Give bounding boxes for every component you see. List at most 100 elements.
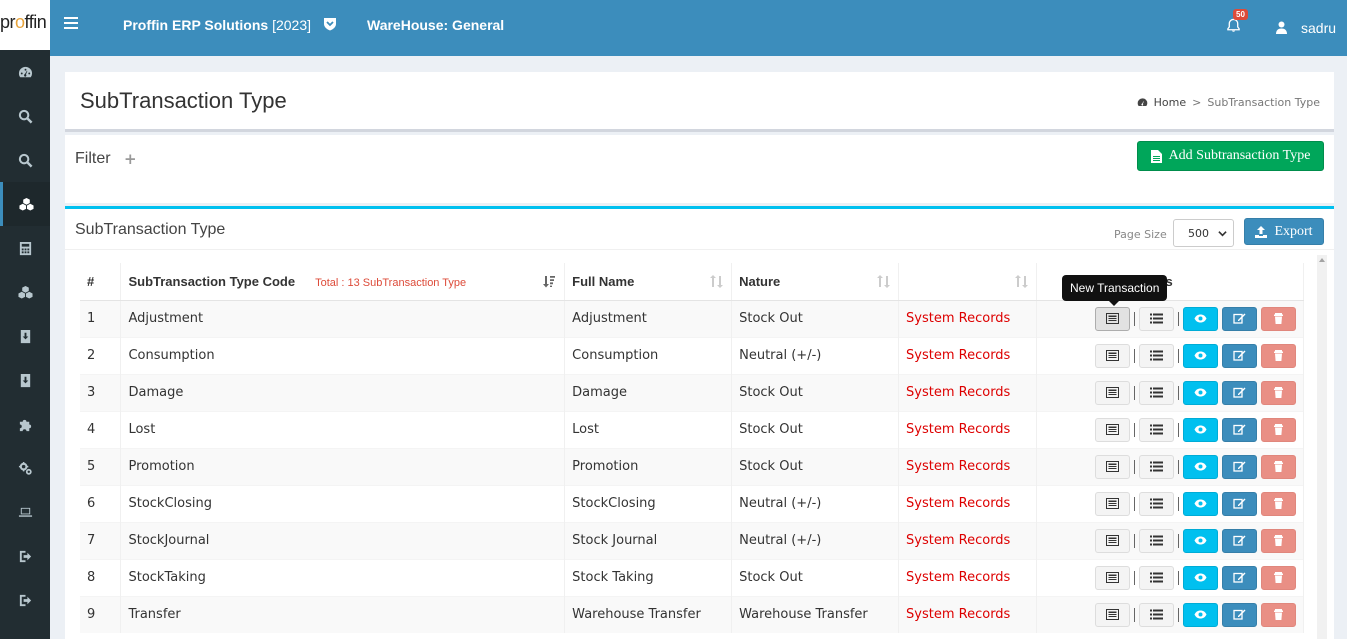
new-transaction-button[interactable] [1094,565,1130,590]
vertical-scrollbar[interactable] [1317,255,1327,639]
view-button[interactable] [1182,454,1218,479]
view-button[interactable] [1182,528,1218,553]
list-transactions-button[interactable] [1138,343,1174,368]
view-button[interactable] [1182,565,1218,590]
column-header-type[interactable] [898,263,1037,301]
sidebar-item-products[interactable] [0,270,50,314]
notification-badge: 50 [1233,9,1248,20]
sidebar-item-sign-out[interactable] [0,534,50,578]
user-icon[interactable] [1276,21,1287,34]
row-nature: Neutral (+/-) [731,484,900,522]
edit-button[interactable] [1221,417,1257,442]
view-button[interactable] [1182,380,1218,405]
new-transaction-button[interactable] [1094,380,1130,405]
delete-button[interactable] [1260,454,1296,479]
app-title[interactable]: Proffin ERP Solutions [2023] [123,17,311,33]
sidebar-item-plugins[interactable] [0,402,50,446]
separator [1177,533,1179,548]
shield-icon[interactable] [323,17,337,31]
delete-button[interactable] [1260,565,1296,590]
row-number: 4 [80,410,122,448]
username[interactable]: sadru [1301,20,1336,36]
new-transaction-button[interactable] [1094,454,1130,479]
sidebar-item-dashboard[interactable] [0,50,50,94]
list-transactions-button[interactable] [1138,491,1174,516]
view-button[interactable] [1182,602,1218,627]
page-size-select[interactable]: 500 [1173,219,1234,247]
column-header-code[interactable]: SubTransaction Type Code Total : 13 SubTr… [120,263,566,301]
list-transactions-button[interactable] [1138,454,1174,479]
delete-button[interactable] [1260,306,1296,331]
delete-button[interactable] [1260,417,1296,442]
app-title-name: Proffin ERP Solutions [123,17,269,33]
row-tools [1036,558,1305,596]
list-transactions-button[interactable] [1138,380,1174,405]
sidebar-item-import[interactable] [0,314,50,358]
filter-title[interactable]: Filter [75,150,111,168]
trash-icon [1273,535,1283,546]
edit-button[interactable] [1221,602,1257,627]
edit-button[interactable] [1221,565,1257,590]
list-transactions-button[interactable] [1138,417,1174,442]
new-transaction-button[interactable] [1094,306,1130,331]
menu-toggle-icon[interactable] [64,17,78,32]
sidebar-item-accounts[interactable] [0,226,50,270]
edit-button[interactable] [1221,491,1257,516]
bell-icon[interactable] [1226,18,1241,33]
view-button[interactable] [1182,306,1218,331]
new-transaction-button[interactable] [1094,602,1130,627]
scroll-up-arrow-icon[interactable] [1319,258,1325,262]
sidebar-item-devices[interactable] [0,490,50,534]
separator [1177,459,1179,474]
sidebar-item-inventory[interactable] [0,182,50,226]
sidebar-item-settings[interactable] [0,446,50,490]
new-transaction-button[interactable] [1094,417,1130,442]
warehouse-title[interactable]: WareHouse: General [367,17,504,33]
delete-button[interactable] [1260,343,1296,368]
sidebar-item-search-2[interactable] [0,138,50,182]
new-transaction-button[interactable] [1094,491,1130,516]
edit-button[interactable] [1221,454,1257,479]
new-transaction-button[interactable] [1094,343,1130,368]
list-transactions-button[interactable] [1138,306,1174,331]
export-button[interactable]: Export [1244,218,1324,245]
list-icon [1149,535,1163,546]
delete-button[interactable] [1260,602,1296,627]
row-full-name: Adjustment [564,299,733,337]
sign-out-icon [19,550,31,562]
view-button[interactable] [1182,417,1218,442]
view-button[interactable] [1182,343,1218,368]
add-subtransaction-type-button[interactable]: Add Subtransaction Type [1137,141,1324,171]
edit-button[interactable] [1221,343,1257,368]
edit-button[interactable] [1221,528,1257,553]
cubes-icon [17,285,33,298]
delete-button[interactable] [1260,491,1296,516]
edit-button[interactable] [1221,380,1257,405]
list-transactions-button[interactable] [1138,565,1174,590]
row-number: 3 [80,373,122,411]
sort-icon[interactable] [709,275,724,288]
edit-button[interactable] [1221,306,1257,331]
laptop-icon [18,507,32,517]
trash-icon [1273,572,1283,583]
sidebar-item-import-2[interactable] [0,358,50,402]
sort-icon[interactable] [876,275,891,288]
filter-expand-button[interactable]: + [124,150,137,168]
sidebar-item-sign-out-2[interactable] [0,578,50,622]
list-transactions-button[interactable] [1138,528,1174,553]
delete-button[interactable] [1260,528,1296,553]
delete-button[interactable] [1260,380,1296,405]
row-code: Lost [120,410,566,448]
sort-amount-icon[interactable] [542,275,556,288]
breadcrumb-home[interactable]: Home [1154,96,1186,109]
logo[interactable]: proffin [0,0,50,50]
row-tools [1036,299,1305,337]
list-transactions-button[interactable] [1138,602,1174,627]
edit-icon [1233,350,1246,361]
column-header-nature[interactable]: Nature [731,263,900,301]
column-header-full-name[interactable]: Full Name [564,263,733,301]
new-transaction-button[interactable] [1094,528,1130,553]
sidebar-item-search[interactable] [0,94,50,138]
sort-icon[interactable] [1014,275,1028,288]
view-button[interactable] [1182,491,1218,516]
